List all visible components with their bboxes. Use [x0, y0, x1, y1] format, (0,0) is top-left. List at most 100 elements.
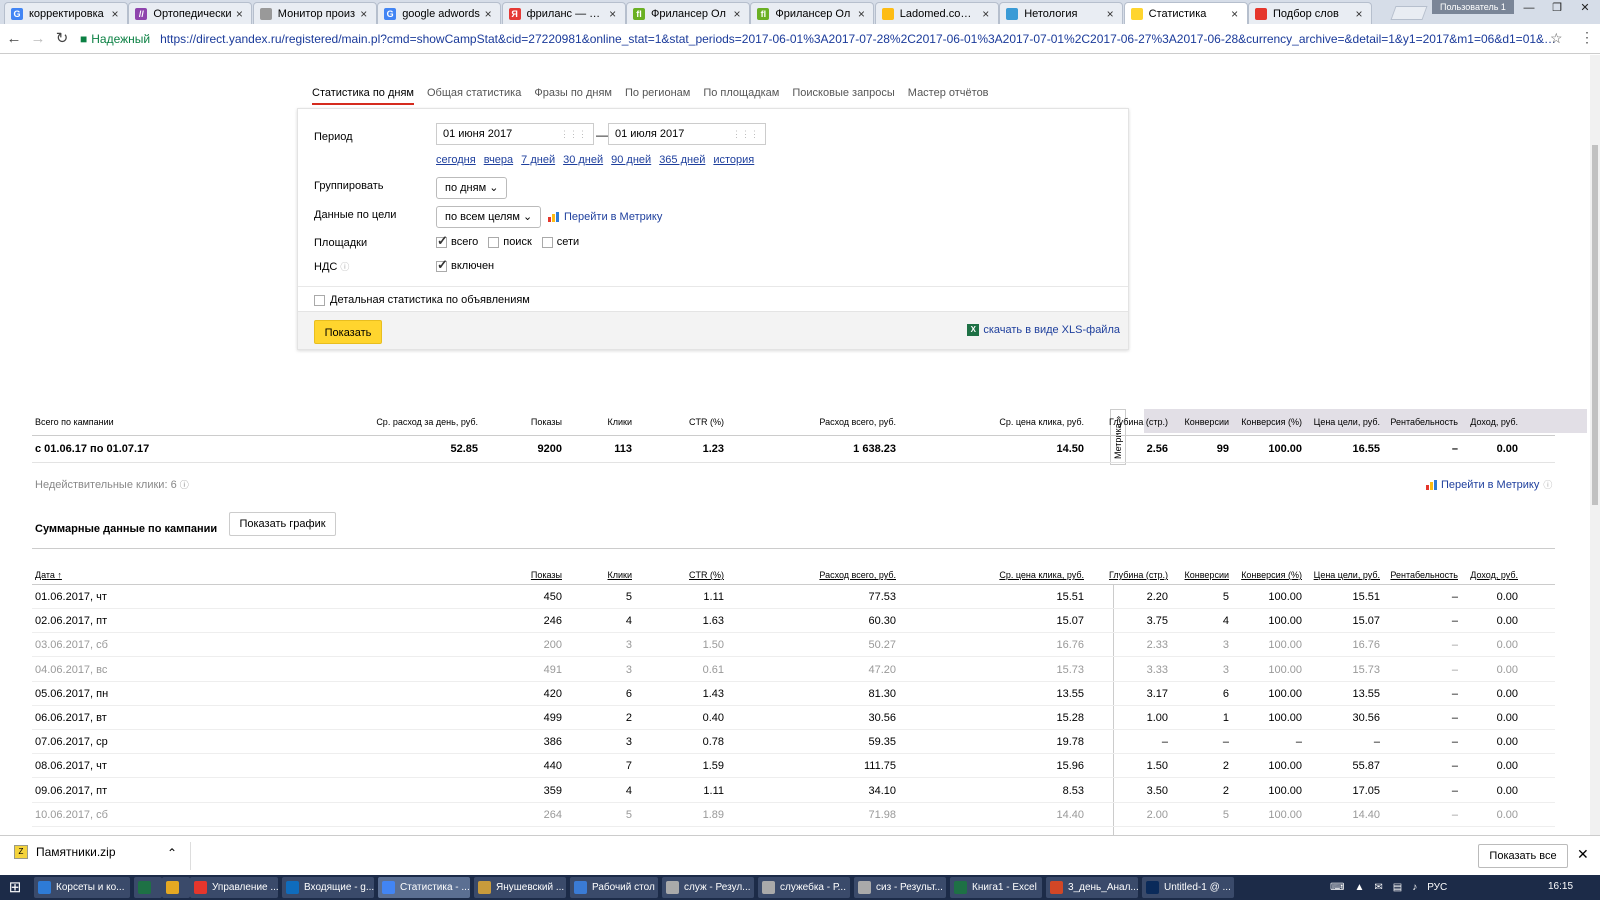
maximize-button[interactable]: ❐: [1545, 0, 1569, 18]
show-all-downloads-button[interactable]: Показать все: [1478, 844, 1568, 868]
tab-close-icon[interactable]: ×: [482, 7, 494, 21]
tray-up-icon[interactable]: ▲: [1354, 882, 1364, 893]
period-shortcut-link[interactable]: 30 дней: [563, 154, 603, 166]
column-header-ctr[interactable]: CTR (%): [689, 570, 724, 580]
new-tab-button[interactable]: [1390, 6, 1428, 20]
tab-stat-1[interactable]: Общая статистика: [427, 87, 521, 105]
column-header-income[interactable]: Доход, руб.: [1470, 570, 1518, 580]
period-shortcut-link[interactable]: вчера: [484, 154, 513, 166]
browser-tab[interactable]: // Ортопедически ×: [128, 2, 253, 24]
taskbar-item[interactable]: Входящие - g...: [282, 877, 374, 898]
browser-tab[interactable]: Ladomed.com — ×: [874, 2, 999, 24]
period-shortcut-link[interactable]: 365 дней: [659, 154, 705, 166]
tab-close-icon[interactable]: ×: [731, 7, 743, 21]
platform-all-checkbox[interactable]: [436, 233, 448, 249]
tab-stat-3[interactable]: По регионам: [625, 87, 690, 105]
column-header-clicks[interactable]: Клики: [608, 570, 633, 580]
date-from-input[interactable]: 01 июня 2017 ⋮⋮⋮: [436, 123, 594, 145]
help-icon[interactable]: ⓘ: [1543, 478, 1552, 491]
show-button[interactable]: Показать: [314, 320, 382, 344]
close-downloads-icon[interactable]: ✕: [1577, 846, 1589, 863]
tab-stat-5[interactable]: Поисковые запросы: [792, 87, 894, 105]
tab-close-icon[interactable]: ×: [980, 7, 992, 21]
browser-tab[interactable]: fl Фрилансер Ол ×: [750, 2, 875, 24]
bookmark-star-icon[interactable]: ☆: [1550, 30, 1563, 47]
xls-download-link[interactable]: Xскачать в виде XLS-файла: [967, 324, 1120, 336]
browser-tab[interactable]: Gкорректировка ×: [4, 2, 128, 24]
tab-stat-0[interactable]: Статистика по дням: [312, 87, 414, 105]
taskbar-item[interactable]: 3_день_Анал...: [1046, 877, 1138, 898]
column-header-cpc[interactable]: Ср. цена клика, руб.: [999, 570, 1084, 580]
network-icon[interactable]: ▤: [1393, 882, 1402, 893]
date-to-input[interactable]: 01 июля 2017 ⋮⋮⋮: [608, 123, 766, 145]
browser-menu-icon[interactable]: ⋮: [1580, 29, 1594, 46]
browser-tab[interactable]: Монитор произ ×: [252, 2, 377, 24]
taskbar-item[interactable]: Untitled-1 @ ...: [1142, 877, 1234, 898]
column-header-conv[interactable]: Конверсии: [1185, 570, 1229, 580]
vat-checkbox[interactable]: [436, 257, 448, 273]
tab-close-icon[interactable]: ×: [1229, 7, 1241, 21]
column-header-goal_price[interactable]: Цена цели, руб.: [1314, 570, 1380, 580]
taskbar-item[interactable]: Книга1 - Excel: [950, 877, 1042, 898]
period-shortcut-link[interactable]: сегодня: [436, 154, 476, 166]
metrika-link-bottom[interactable]: Перейти в Метрику ⓘ: [1426, 478, 1552, 491]
tab-close-icon[interactable]: ×: [607, 7, 619, 21]
back-icon[interactable]: ←: [4, 29, 24, 49]
column-header-spend[interactable]: Расход всего, руб.: [819, 570, 896, 580]
url-text[interactable]: https://direct.yandex.ru/registered/main…: [160, 32, 1558, 46]
tab-close-icon[interactable]: ×: [109, 7, 121, 21]
download-filename[interactable]: Памятники.zip: [36, 845, 116, 859]
chevron-up-icon[interactable]: ⌃: [167, 846, 177, 860]
show-graph-button[interactable]: Показать график: [229, 512, 336, 536]
calendar-icon[interactable]: ⋮⋮⋮: [560, 124, 587, 144]
language-indicator[interactable]: РУС: [1427, 882, 1447, 893]
period-shortcut-link[interactable]: история: [713, 154, 754, 166]
platform-search-checkbox[interactable]: [488, 236, 500, 248]
reload-icon[interactable]: ↻: [52, 29, 72, 49]
taskbar-item[interactable]: сиз - Результ...: [854, 877, 946, 898]
clock[interactable]: 16:15: [1548, 881, 1573, 892]
detail-checkbox[interactable]: [314, 294, 325, 306]
tab-close-icon[interactable]: ×: [358, 7, 370, 21]
calendar-icon[interactable]: ⋮⋮⋮: [732, 124, 759, 144]
period-shortcut-link[interactable]: 90 дней: [611, 154, 651, 166]
group-select[interactable]: по дням ⌄: [436, 177, 508, 199]
tab-close-icon[interactable]: ×: [1104, 7, 1116, 21]
scrollbar-thumb[interactable]: [1592, 145, 1598, 505]
column-header-conv_pct[interactable]: Конверсия (%): [1241, 570, 1302, 580]
browser-tab[interactable]: Подбор слов ×: [1248, 2, 1372, 24]
column-header-shows[interactable]: Показы: [531, 570, 562, 580]
profile-badge[interactable]: Пользователь 1: [1432, 0, 1514, 14]
browser-tab[interactable]: fl Фрилансер Ол ×: [626, 2, 750, 24]
windows-start-icon[interactable]: ⊞: [4, 879, 26, 897]
browser-tab[interactable]: Статистика ×: [1123, 2, 1248, 24]
taskbar-item[interactable]: Рабочий стол: [570, 877, 658, 898]
goal-select[interactable]: по всем целям ⌄: [436, 206, 542, 228]
minimize-button[interactable]: —: [1517, 0, 1541, 18]
download-item[interactable]: Z Памятники.zip: [14, 845, 116, 859]
browser-tab[interactable]: Нетология ×: [999, 2, 1124, 24]
forward-icon[interactable]: →: [28, 29, 48, 49]
tab-close-icon[interactable]: ×: [855, 7, 867, 21]
tab-stat-2[interactable]: Фразы по дням: [534, 87, 612, 105]
period-shortcut-link[interactable]: 7 дней: [521, 154, 555, 166]
platform-networks-checkbox[interactable]: [541, 236, 553, 248]
tab-stat-6[interactable]: Мастер отчётов: [908, 87, 989, 105]
browser-tab[interactable]: Яфриланс — Янд ×: [501, 2, 626, 24]
url-field[interactable]: ■ Надежный https://direct.yandex.ru/regi…: [80, 28, 1558, 50]
volume-icon[interactable]: ♪: [1412, 882, 1417, 893]
tab-close-icon[interactable]: ×: [233, 7, 245, 21]
xls-link-text[interactable]: скачать в виде XLS-файла: [983, 324, 1120, 336]
column-header-profit[interactable]: Рентабельность: [1390, 570, 1458, 580]
taskbar-item[interactable]: служебка - Р...: [758, 877, 850, 898]
close-window-button[interactable]: ✕: [1573, 0, 1597, 18]
metrika-link-top[interactable]: Перейти в Метрику: [548, 211, 662, 223]
taskbar-item[interactable]: Статистика - ...: [378, 877, 470, 898]
tab-close-icon[interactable]: ×: [1353, 7, 1365, 21]
taskbar-item[interactable]: Янушевский ...: [474, 877, 566, 898]
page-scrollbar[interactable]: [1590, 55, 1600, 835]
help-icon[interactable]: ⓘ: [180, 480, 189, 490]
taskbar-item[interactable]: [162, 877, 190, 898]
metrika-link-text[interactable]: Перейти в Метрику: [564, 211, 662, 223]
keyboard-icon[interactable]: ⌨: [1330, 882, 1344, 893]
